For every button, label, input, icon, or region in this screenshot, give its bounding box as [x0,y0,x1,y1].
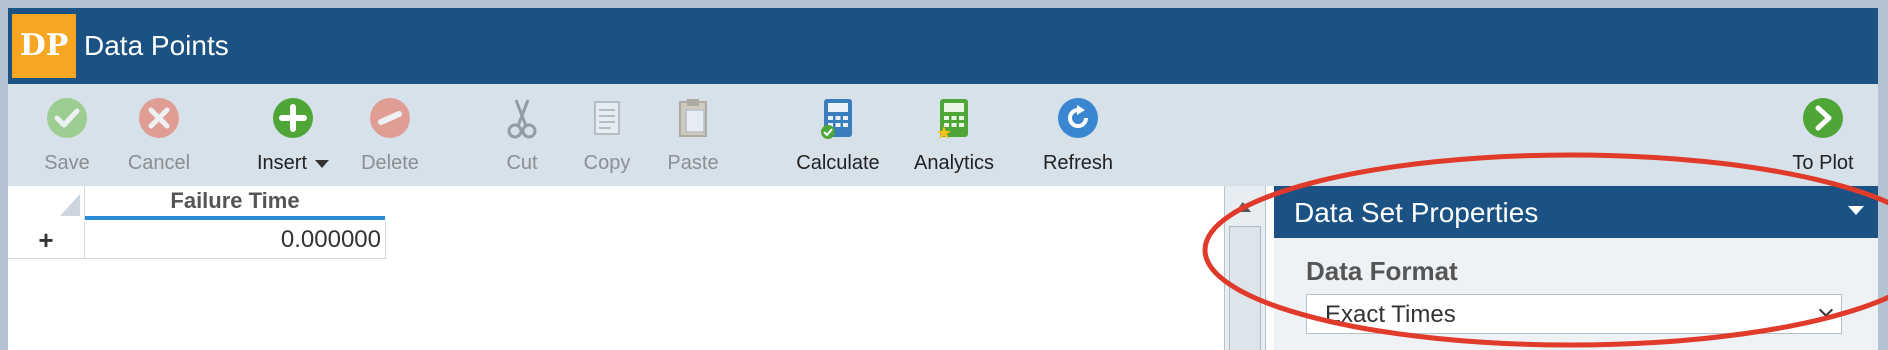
app-window: DP Data Points Save Cancel Insert Delete… [8,8,1878,350]
paste-label: Paste [667,152,719,174]
arrow-right-icon [1803,98,1843,138]
paste-button[interactable]: Paste [658,96,728,180]
copy-label: Copy [583,152,631,174]
scroll-up-icon[interactable] [1235,202,1251,212]
refresh-icon [1058,98,1098,138]
analytics-calculator-icon [937,99,968,139]
column-header-failure-time[interactable]: Failure Time [85,186,385,220]
title-bar: DP Data Points [8,8,1878,84]
save-label: Save [44,152,90,174]
refresh-label: Refresh [1042,152,1114,174]
plus-icon [273,98,313,138]
data-grid: Failure Time + 0.000000 [8,186,1224,350]
data-format-value: Exact Times [1325,301,1456,328]
delete-button[interactable]: Delete [350,96,430,180]
data-format-label: Data Format [1306,256,1458,286]
cancel-button[interactable]: Cancel [118,96,200,180]
cancel-label: Cancel [127,152,191,174]
analytics-label: Analytics [913,152,995,174]
cancel-icon [139,98,179,138]
panel-title: Data Set Properties [1294,197,1539,228]
to-plot-label: To Plot [1792,152,1854,174]
chevron-down-icon[interactable] [315,159,330,168]
data-format-select[interactable]: Exact Times [1306,294,1842,334]
delete-label: Delete [361,152,419,174]
calculator-icon [821,99,852,139]
scroll-thumb[interactable] [1229,226,1261,350]
toolbar: Save Cancel Insert Delete Cut Copy Paste… [8,84,1878,186]
new-row-button[interactable]: + [8,222,85,259]
refresh-button[interactable]: Refresh [1028,96,1128,180]
chevron-down-icon [1818,302,1834,318]
cut-button[interactable]: Cut [492,96,552,180]
scissors-icon [507,99,537,139]
insert-label: Insert [248,152,338,175]
cut-label: Cut [506,152,538,174]
select-all-icon [60,194,80,216]
checkmark-icon [47,98,87,138]
panel-header[interactable]: Data Set Properties [1274,186,1878,238]
grid-cell[interactable]: 0.000000 [85,222,386,259]
app-title: Data Points [84,30,229,61]
copy-icon [594,101,620,135]
data-set-properties-panel: Data Set Properties Data Format Exact Ti… [1274,186,1878,350]
calculate-button[interactable]: Calculate [786,96,890,180]
collapse-icon[interactable] [1848,206,1864,215]
insert-button[interactable]: Insert [248,96,338,180]
app-logo: DP [12,14,76,78]
to-plot-button[interactable]: To Plot [1780,96,1866,180]
calculate-label: Calculate [796,152,880,174]
copy-button[interactable]: Copy [576,96,638,180]
save-button[interactable]: Save [32,96,102,180]
vertical-scrollbar[interactable] [1224,186,1266,350]
grid-corner[interactable] [8,186,85,220]
minus-icon [370,98,410,138]
analytics-button[interactable]: Analytics [904,96,1004,180]
clipboard-icon [679,99,707,137]
